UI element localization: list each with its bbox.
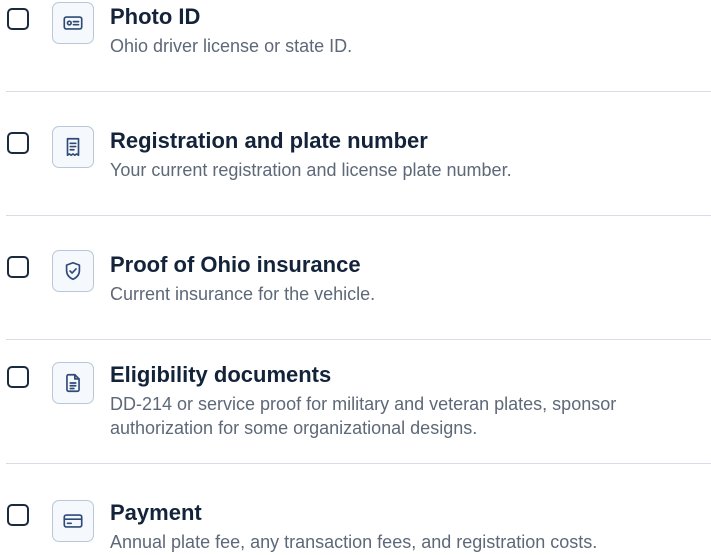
item-description: Current insurance for the vehicle. [110,284,376,304]
icon-tile-insurance [52,250,94,292]
credit-card-icon [63,514,83,528]
shield-check-icon [65,261,81,281]
item-title: Registration and plate number [110,128,428,153]
item-title: Eligibility documents [110,362,332,387]
checklist-item-text: Photo ID Ohio driver license or state ID… [110,4,711,58]
checkbox-insurance[interactable] [7,256,29,278]
item-description: DD-214 or service proof for military and… [110,394,617,438]
checkbox-photo-id[interactable] [7,8,29,30]
icon-tile-photo-id [52,2,94,44]
checkbox-eligibility[interactable] [7,366,29,388]
icon-tile-registration [52,126,94,168]
divider [6,91,711,92]
checkbox-payment[interactable] [7,504,29,526]
divider [6,339,711,340]
item-title: Payment [110,500,202,525]
checklist-item-text: Eligibility documents DD-214 or service … [110,362,711,440]
item-description: Ohio driver license or state ID. [110,36,353,56]
checklist-item-text: Proof of Ohio insurance Current insuranc… [110,252,711,306]
item-description: Your current registration and license pl… [110,160,512,180]
checklist-item-text: Registration and plate number Your curre… [110,128,711,182]
receipt-icon [66,137,80,157]
document-checklist: Photo ID Ohio driver license or state ID… [0,0,711,555]
checklist-item-text: Payment Annual plate fee, any transactio… [110,500,711,554]
item-title: Photo ID [110,4,201,29]
item-title: Proof of Ohio insurance [110,252,361,277]
icon-tile-eligibility [52,362,94,404]
icon-tile-payment [52,500,94,542]
document-icon [66,373,80,393]
checkbox-registration[interactable] [7,132,29,154]
id-card-icon [63,16,83,30]
item-description: Annual plate fee, any transaction fees, … [110,532,598,552]
divider [6,463,711,464]
divider [6,215,711,216]
